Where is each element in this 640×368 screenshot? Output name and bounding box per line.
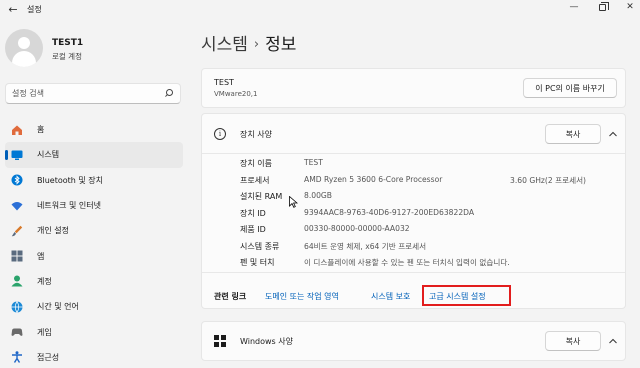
sidebar-item-label: Bluetooth 및 장치: [37, 175, 104, 185]
spec-row: 장치 ID 9394AAC8-9763-40D6-9127-200ED63822…: [202, 204, 625, 221]
spec-value: 64비트 운영 체제, x64 기반 프로세서: [304, 241, 427, 251]
user-name: TEST1: [52, 38, 84, 48]
back-button[interactable]: ←: [6, 2, 20, 16]
app-title: 설정: [27, 5, 42, 14]
search-icon[interactable]: [164, 89, 173, 98]
sidebar-item-gaming[interactable]: 게임: [5, 319, 183, 344]
sidebar-item-label: 시간 및 언어: [37, 302, 79, 312]
pc-name-card: TEST VMware20,1 이 PC의 이름 바꾸기: [201, 68, 626, 108]
search-input[interactable]: [12, 87, 152, 100]
avatar-body-shape: [12, 51, 36, 67]
accessibility-icon: [11, 351, 23, 364]
sidebar-item-apps[interactable]: 앱: [5, 243, 183, 268]
pc-name: TEST: [214, 78, 234, 87]
bluetooth-icon: [11, 174, 23, 186]
mouse-cursor-icon: [289, 196, 298, 208]
title-bar: ← 설정 — ✕: [0, 0, 640, 18]
link-advanced-system-settings[interactable]: 고급 시스템 설정: [429, 291, 486, 302]
page-title: 정보: [265, 35, 297, 55]
apps-icon: [11, 250, 23, 262]
gaming-icon: [11, 326, 23, 338]
account-type: 로컬 계정: [52, 52, 82, 61]
related-links: 관련 링크 도메인 또는 작업 영역 시스템 보호 고급 시스템 설정: [202, 272, 625, 310]
spec-row: 제품 ID 00330-80000-00000-AA032: [202, 220, 625, 237]
spec-key: 제품 ID: [240, 225, 266, 234]
spec-key: 펜 및 터치: [240, 258, 275, 267]
info-icon: i: [214, 128, 226, 140]
breadcrumb-parent[interactable]: 시스템: [201, 35, 248, 55]
sidebar-item-label: 게임: [37, 327, 52, 337]
restore-button[interactable]: [588, 0, 616, 14]
chevron-up-icon[interactable]: [609, 337, 617, 345]
sidebar-item-accessibility[interactable]: 접근성: [5, 345, 183, 368]
spec-extra: 3.60 GHz(2 프로세서): [510, 175, 587, 185]
spec-row: 펜 및 터치 이 디스플레이에 사용할 수 있는 펜 또는 터치식 입력이 없습…: [202, 253, 625, 270]
copy-windows-specs-button[interactable]: 복사: [545, 331, 601, 351]
close-icon: ✕: [626, 2, 634, 12]
link-system-protection[interactable]: 시스템 보호: [371, 291, 410, 302]
minimize-icon: —: [569, 2, 579, 12]
spec-row: 설치된 RAM 8.00GB: [202, 187, 625, 204]
sidebar-item-accounts[interactable]: 계정: [5, 269, 183, 294]
sidebar-item-system[interactable]: 시스템: [5, 142, 183, 168]
sidebar-item-personalization[interactable]: 개인 설정: [5, 218, 183, 243]
sidebar-item-bluetooth[interactable]: Bluetooth 및 장치: [5, 168, 183, 193]
rename-pc-button[interactable]: 이 PC의 이름 바꾸기: [523, 78, 617, 98]
sidebar-nav: 홈 시스템 Bluetooth 및 장치 네트워크 및 인터넷 개인 설정 앱: [5, 117, 183, 368]
avatar[interactable]: [5, 29, 43, 67]
arrow-left-icon: ←: [8, 2, 18, 16]
sidebar-item-label: 앱: [37, 251, 45, 261]
copy-device-specs-button[interactable]: 복사: [545, 124, 601, 144]
network-icon: [11, 200, 23, 212]
device-specs-header[interactable]: i 장치 사양 복사: [202, 114, 625, 154]
spec-key: 장치 ID: [240, 208, 266, 218]
restore-icon: [598, 1, 609, 11]
spec-value: 9394AAC8-9763-40D6-9127-200ED63822DA: [304, 207, 475, 217]
spec-value: 00330-80000-00000-AA032: [304, 224, 410, 233]
device-specs-card: i 장치 사양 복사 장치 이름 TEST 프로세서 AMD Ryzen 5 3…: [201, 113, 626, 309]
sidebar-item-label: 홈: [37, 125, 45, 135]
windows-logo-icon: [214, 335, 226, 347]
related-links-label: 관련 링크: [214, 292, 247, 301]
globe-icon: [11, 301, 23, 313]
device-specs-list: 장치 이름 TEST 프로세서 AMD Ryzen 5 3600 6-Core …: [202, 154, 625, 270]
brush-icon: [11, 225, 23, 237]
sidebar-item-label: 계정: [37, 276, 52, 286]
spec-key: 장치 이름: [240, 159, 272, 168]
avatar-head-shape: [18, 37, 30, 49]
close-button[interactable]: ✕: [616, 0, 640, 14]
account-icon: [11, 275, 23, 287]
spec-value: AMD Ryzen 5 3600 6-Core Processor: [304, 174, 443, 184]
spec-value: 이 디스플레이에 사용할 수 있는 펜 또는 터치식 입력이 없습니다.: [304, 258, 510, 267]
chevron-right-icon: ›: [253, 37, 260, 52]
sidebar-item-home[interactable]: 홈: [5, 117, 183, 142]
sidebar-item-label: 접근성: [37, 352, 60, 362]
link-domain-or-workgroup[interactable]: 도메인 또는 작업 영역: [265, 291, 339, 302]
pc-model: VMware20,1: [214, 90, 258, 98]
chevron-up-icon[interactable]: [609, 130, 617, 138]
spec-row: 장치 이름 TEST: [202, 154, 625, 171]
sidebar-item-label: 개인 설정: [37, 226, 69, 236]
search-box: [5, 83, 181, 104]
spec-key: 프로세서: [240, 175, 270, 185]
spec-value: TEST: [304, 158, 323, 167]
windows-specs-card[interactable]: Windows 사양 복사: [201, 321, 626, 361]
system-icon: [11, 149, 23, 161]
sidebar-item-label: 네트워크 및 인터넷: [37, 201, 101, 211]
sidebar-item-network[interactable]: 네트워크 및 인터넷: [5, 193, 183, 218]
windows-specs-title: Windows 사양: [240, 337, 293, 346]
spec-key: 시스템 종류: [240, 241, 280, 251]
spec-row: 프로세서 AMD Ryzen 5 3600 6-Core Processor 3…: [202, 171, 625, 188]
device-specs-title: 장치 사양: [240, 130, 272, 139]
spec-key: 설치된 RAM: [240, 192, 283, 201]
spec-row: 시스템 종류 64비트 운영 체제, x64 기반 프로세서: [202, 237, 625, 254]
home-icon: [11, 124, 23, 136]
spec-value: 8.00GB: [304, 191, 333, 200]
sidebar-item-label: 시스템: [37, 150, 60, 160]
minimize-button[interactable]: —: [560, 0, 588, 14]
breadcrumb: 시스템 › 정보: [201, 30, 296, 55]
sidebar-item-time-language[interactable]: 시간 및 언어: [5, 294, 183, 319]
